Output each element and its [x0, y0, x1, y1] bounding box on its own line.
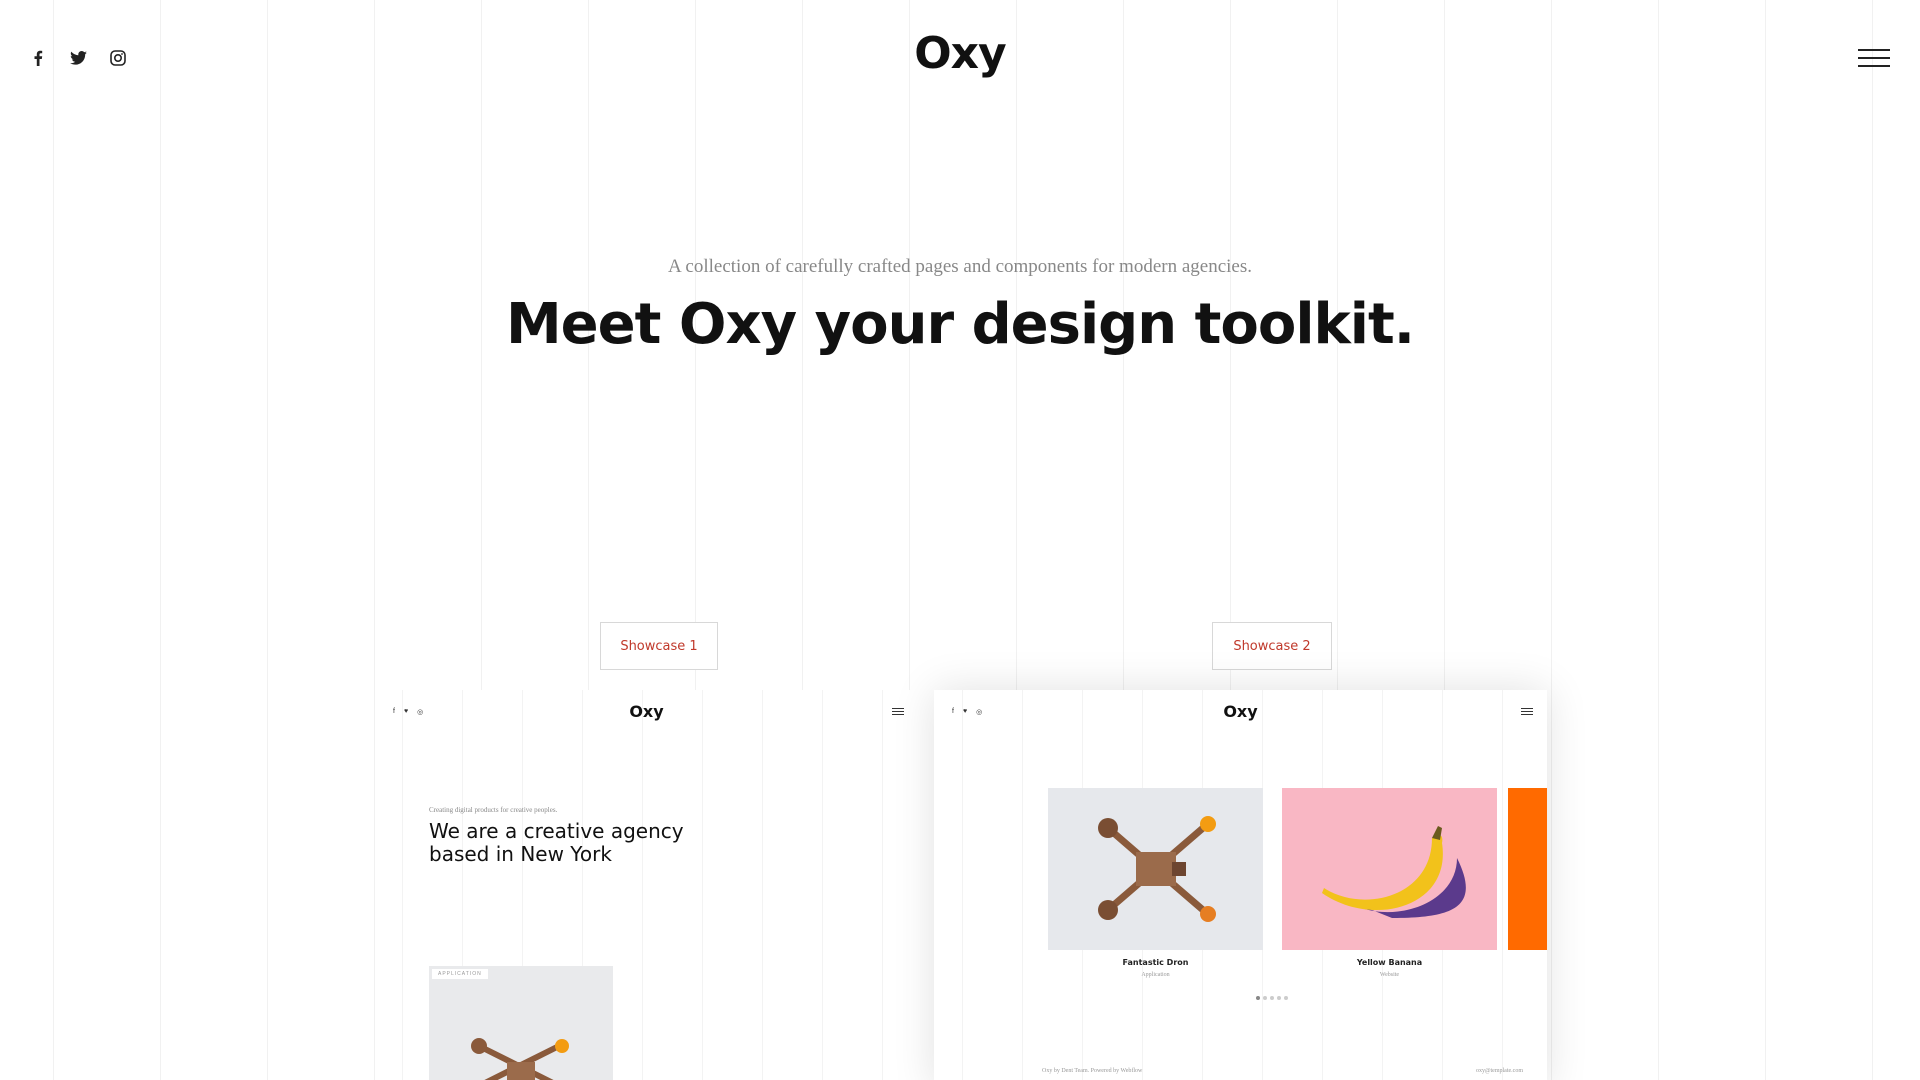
orange-tile-image [1508, 788, 1547, 950]
preview-logo: Oxy [1223, 702, 1258, 721]
item-category: Application [1141, 972, 1170, 978]
preview-footer-email: oxy@template.com [1475, 1068, 1523, 1074]
showcase-1-preview[interactable]: f ♥ ◎ Oxy Creating digital products for cr… [375, 690, 918, 1080]
preview-menu-icon [1521, 708, 1533, 717]
item-title: Yellow Banana [1356, 958, 1423, 967]
preview-footer-credit: Oxy by Dent Team. Powered by Webflow [1042, 1068, 1143, 1074]
preview-menu-icon [892, 708, 904, 717]
hamburger-menu-icon[interactable] [1858, 49, 1890, 69]
preview-tagline: Creating digital products for creative p… [429, 806, 558, 814]
carousel-dots[interactable] [1256, 996, 1288, 1000]
hero-headline: Meet Oxy your design toolkit. [505, 292, 1415, 357]
item-category: Website [1379, 972, 1400, 978]
drone-tile-image [1048, 788, 1263, 950]
site-logo[interactable]: Oxy [0, 28, 1920, 79]
preview-headline: We are a creative agency based in New Yo… [429, 819, 684, 866]
showcase-1-button[interactable]: Showcase 1 [600, 622, 718, 670]
preview-logo: Oxy [629, 702, 664, 721]
showcase-2-preview[interactable]: f ♥ ◎ Oxy Fantastic Dron Application Yello… [934, 690, 1547, 1080]
hero-tagline: A collection of carefully crafted pages … [667, 256, 1253, 277]
banana-tile-image [1282, 788, 1497, 950]
drone-image: APPLICATION [429, 966, 613, 1080]
item-title: Fantastic Dron [1122, 958, 1189, 967]
showcase-2-button[interactable]: Showcase 2 [1212, 622, 1332, 670]
